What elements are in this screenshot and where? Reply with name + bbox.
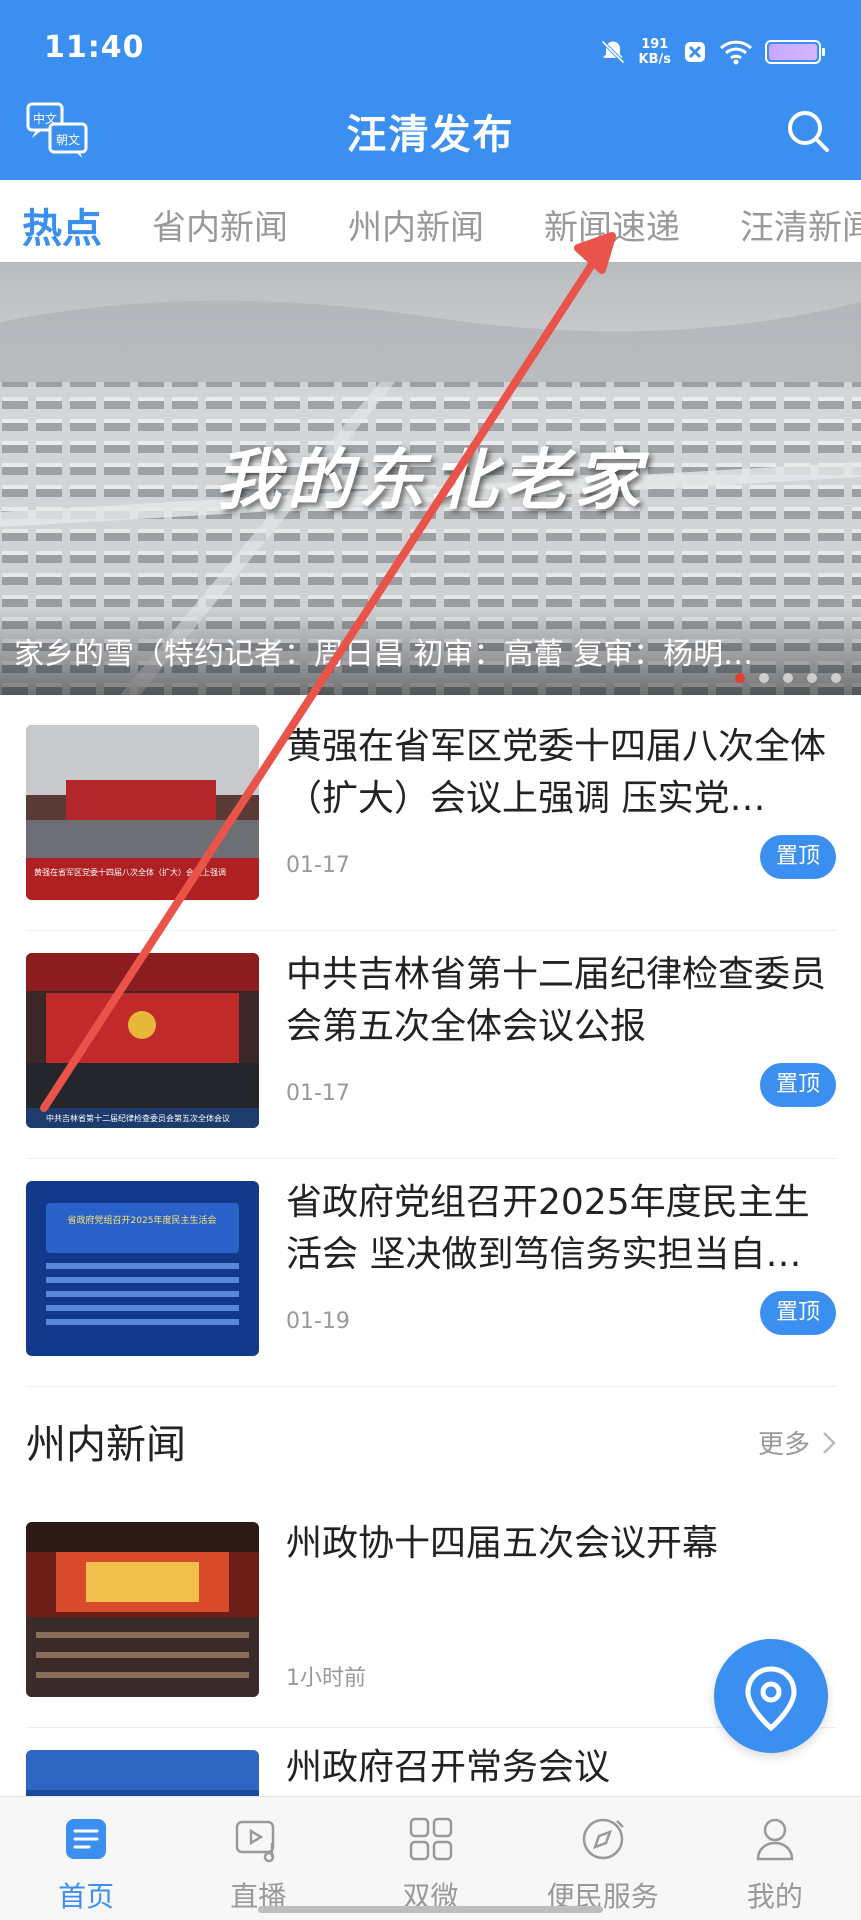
news-date: 01-17 <box>286 1081 350 1106</box>
news-thumbnail: 省政府党组召开2025年度民主生活会 <box>26 1181 259 1356</box>
app-notification-icon <box>685 42 705 62</box>
news-thumbnail: 中共吉林省第十二届纪律检查委员会第五次全体会议 <box>26 953 259 1128</box>
nav-profile[interactable]: 我的 <box>689 1797 861 1920</box>
location-pin-icon <box>745 1666 797 1732</box>
app-title: 汪清发布 <box>346 112 515 158</box>
tab-provincial-news[interactable]: 省内新闻 <box>152 200 288 249</box>
news-title: 黄强在省军区党委十四届八次全体（扩大）会议上强调 压实党… <box>286 726 827 819</box>
carousel-dots <box>735 673 841 683</box>
news-title: 省政府党组召开2025年度民主生活会 坚决做到笃信务实担当自… <box>286 1182 810 1275</box>
more-label: 更多 <box>757 1430 810 1460</box>
carousel-dot <box>831 673 841 683</box>
thumb-caption: 黄强在省军区党委十四届八次全体（扩大）会议上强调 <box>34 867 226 877</box>
tab-wangqing-news[interactable]: 汪清新闻 <box>740 200 861 249</box>
nav-dual-micro[interactable]: 双微 <box>344 1797 516 1920</box>
nav-home[interactable]: 首页 <box>0 1797 172 1920</box>
category-tabs: 热点 省内新闻 州内新闻 新闻速递 汪清新闻 <box>0 180 861 262</box>
compass-service-icon <box>582 1818 624 1860</box>
banner-overlay-text: 我的东北老家 <box>214 441 647 519</box>
tab-prefecture-news[interactable]: 州内新闻 <box>348 200 484 249</box>
chevron-right-icon <box>823 1431 836 1454</box>
carousel-dot <box>783 673 793 683</box>
banner-caption: 家乡的雪（特约记者：周日昌 初审：高蕾 复审：杨明… <box>0 609 861 695</box>
banner-caption-text: 家乡的雪（特约记者：周日昌 初审：高蕾 复审：杨明… <box>14 637 754 672</box>
home-news-icon <box>66 1819 107 1859</box>
live-video-icon <box>236 1820 275 1863</box>
section-header: 州内新闻 更多 <box>26 1400 836 1480</box>
pinned-badge: 置顶 <box>760 835 836 879</box>
news-title: 中共吉林省第十二届纪律检查委员会第五次全体会议公报 <box>286 954 827 1047</box>
news-item[interactable]: 省政府党组召开2025年度民主生活会 省政府党组召开2025年度民主生活会 坚决… <box>26 1159 836 1387</box>
more-link[interactable]: 更多 <box>758 1424 836 1461</box>
news-date: 01-17 <box>286 853 350 878</box>
news-item[interactable]: 黄强在省军区党委十四届八次全体（扩大）会议上强调 黄强在省军区党委十四届八次全体… <box>26 703 836 931</box>
battery-icon <box>765 40 825 64</box>
news-thumbnail: 黄强在省军区党委十四届八次全体（扩大）会议上强调 <box>26 725 259 900</box>
nav-label: 我的 <box>746 1880 803 1913</box>
thumb-caption: 省政府党组召开2025年度民主生活会 <box>68 1214 217 1226</box>
pinned-badge: 置顶 <box>760 1291 836 1335</box>
speed-unit: KB/s <box>638 52 671 67</box>
user-icon <box>756 1818 794 1861</box>
location-button[interactable] <box>714 1639 828 1753</box>
app-bar: 中文 朝文 汪清发布 <box>0 90 861 180</box>
section-title: 州内新闻 <box>26 1422 186 1468</box>
search-icon[interactable] <box>785 108 831 154</box>
nav-live[interactable]: 直播 <box>172 1797 344 1920</box>
carousel-dot <box>759 673 769 683</box>
carousel-dot <box>807 673 817 683</box>
mute-bell-icon <box>600 40 625 64</box>
status-icons: 191 KB/s <box>599 34 825 70</box>
news-date: 01-19 <box>286 1309 350 1334</box>
news-date: 1小时前 <box>286 1666 366 1691</box>
status-time: 11:40 <box>44 30 145 65</box>
top-header: 11:40 191 KB/s 中文 朝文 汪清发布 <box>0 0 861 180</box>
nav-label: 首页 <box>58 1880 115 1913</box>
news-item[interactable]: 中共吉林省第十二届纪律检查委员会第五次全体会议 中共吉林省第十二届纪律检查委员会… <box>26 931 836 1159</box>
tab-news-express[interactable]: 新闻速递 <box>544 200 680 249</box>
status-bar: 11:40 191 KB/s <box>0 0 861 100</box>
bottom-navigation: 首页 直播 双微 便民服务 我的 <box>0 1796 861 1920</box>
grid-icon <box>409 1817 452 1861</box>
nav-services[interactable]: 便民服务 <box>517 1797 689 1920</box>
news-thumbnail <box>26 1522 259 1697</box>
carousel-dot <box>735 673 745 683</box>
news-thumbnail <box>26 1750 259 1796</box>
tab-hot[interactable]: 热点 <box>22 196 102 254</box>
news-title: 州政协十四届五次会议开幕 <box>286 1523 719 1564</box>
home-indicator[interactable] <box>258 1906 603 1913</box>
pinned-badge: 置顶 <box>760 1063 836 1107</box>
thumb-caption: 中共吉林省第十二届纪律检查委员会第五次全体会议 <box>46 1113 230 1123</box>
banner-carousel[interactable]: 我的东北老家 家乡的雪（特约记者：周日昌 初审：高蕾 复审：杨明… <box>0 262 861 695</box>
wifi-icon <box>719 40 753 65</box>
speed-value: 191 <box>641 37 669 52</box>
network-speed: 191 KB/s <box>639 37 671 67</box>
